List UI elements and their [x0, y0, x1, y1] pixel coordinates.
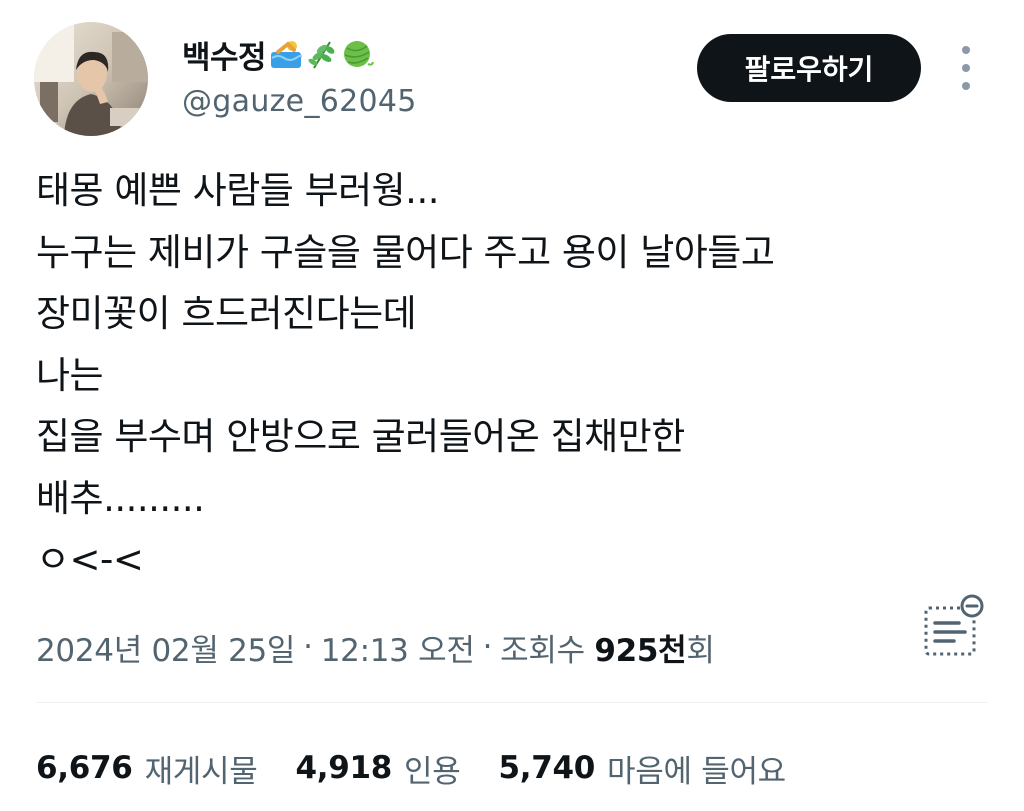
views-count: 925천 — [594, 632, 687, 669]
tweet-line: 나는 — [36, 353, 104, 397]
yarn-ball-emoji-icon — [344, 41, 375, 67]
tweet-line: 집을 부수며 안방으로 굴러들어온 집채만한 — [36, 415, 685, 458]
tweet-date[interactable]: 2024년 02월 25일 — [36, 625, 295, 670]
views-label: 조회수 — [500, 632, 585, 669]
meta-separator: · — [303, 629, 313, 665]
avatar[interactable] — [34, 22, 148, 136]
user-handle[interactable]: @gauze_62045 — [182, 84, 417, 119]
retweets-stat[interactable]: 6,676 재게시물 — [36, 746, 258, 791]
likes-count: 5,740 — [498, 750, 596, 786]
tweet-line: 누구는 제비가 구슬을 물어다 주고 용이 날아들고 — [36, 230, 775, 274]
tweet-line: 장미꽃이 흐드러진다는데 — [36, 292, 417, 335]
quotes-label: 인용 — [404, 753, 461, 790]
swimmer-emoji-icon — [271, 41, 303, 68]
views-suffix: 회 — [686, 632, 715, 669]
likes-stat[interactable]: 5,740 마음에 들어요 — [498, 746, 786, 791]
more-options-icon[interactable] — [954, 46, 978, 90]
follow-button[interactable]: 팔로우하기 — [697, 34, 921, 102]
analytics-icon — [924, 594, 984, 656]
post-analytics-icon[interactable] — [918, 594, 988, 660]
tweet-line: ㅇ<-< — [36, 538, 144, 581]
tweet-line: 배추......... — [36, 476, 205, 520]
user-name-row: 백수정 — [182, 30, 375, 78]
tweet-line: 태몽 예쁜 사람들 부러웡... — [36, 169, 439, 212]
more-dot — [962, 46, 970, 54]
name-emojis — [270, 38, 375, 70]
quotes-stat[interactable]: 4,918 인용 — [295, 746, 460, 791]
retweets-label: 재게시물 — [144, 753, 258, 790]
engagement-stats: 6,676 재게시물 4,918 인용 5,740 마음에 들어요 — [36, 744, 824, 792]
herb-emoji-icon — [308, 41, 335, 69]
tweet-time[interactable]: 12:13 오전 — [321, 625, 475, 670]
quotes-count: 4,918 — [295, 750, 393, 786]
retweets-count: 6,676 — [36, 750, 133, 786]
more-dot — [962, 64, 970, 72]
more-dot — [962, 82, 970, 90]
divider — [36, 702, 988, 703]
meta-separator: · — [482, 629, 493, 665]
likes-label: 마음에 들어요 — [607, 753, 786, 790]
avatar-photo — [34, 22, 148, 136]
tweet-text: 태몽 예쁜 사람들 부러웡... 누구는 제비가 구슬을 물어다 주고 용이 날… — [36, 160, 976, 591]
tweet-meta: 2024년 02월 25일 · 12:13 오전 · 조회수 925천 회 — [36, 622, 715, 672]
display-name[interactable]: 백수정 — [182, 32, 267, 77]
